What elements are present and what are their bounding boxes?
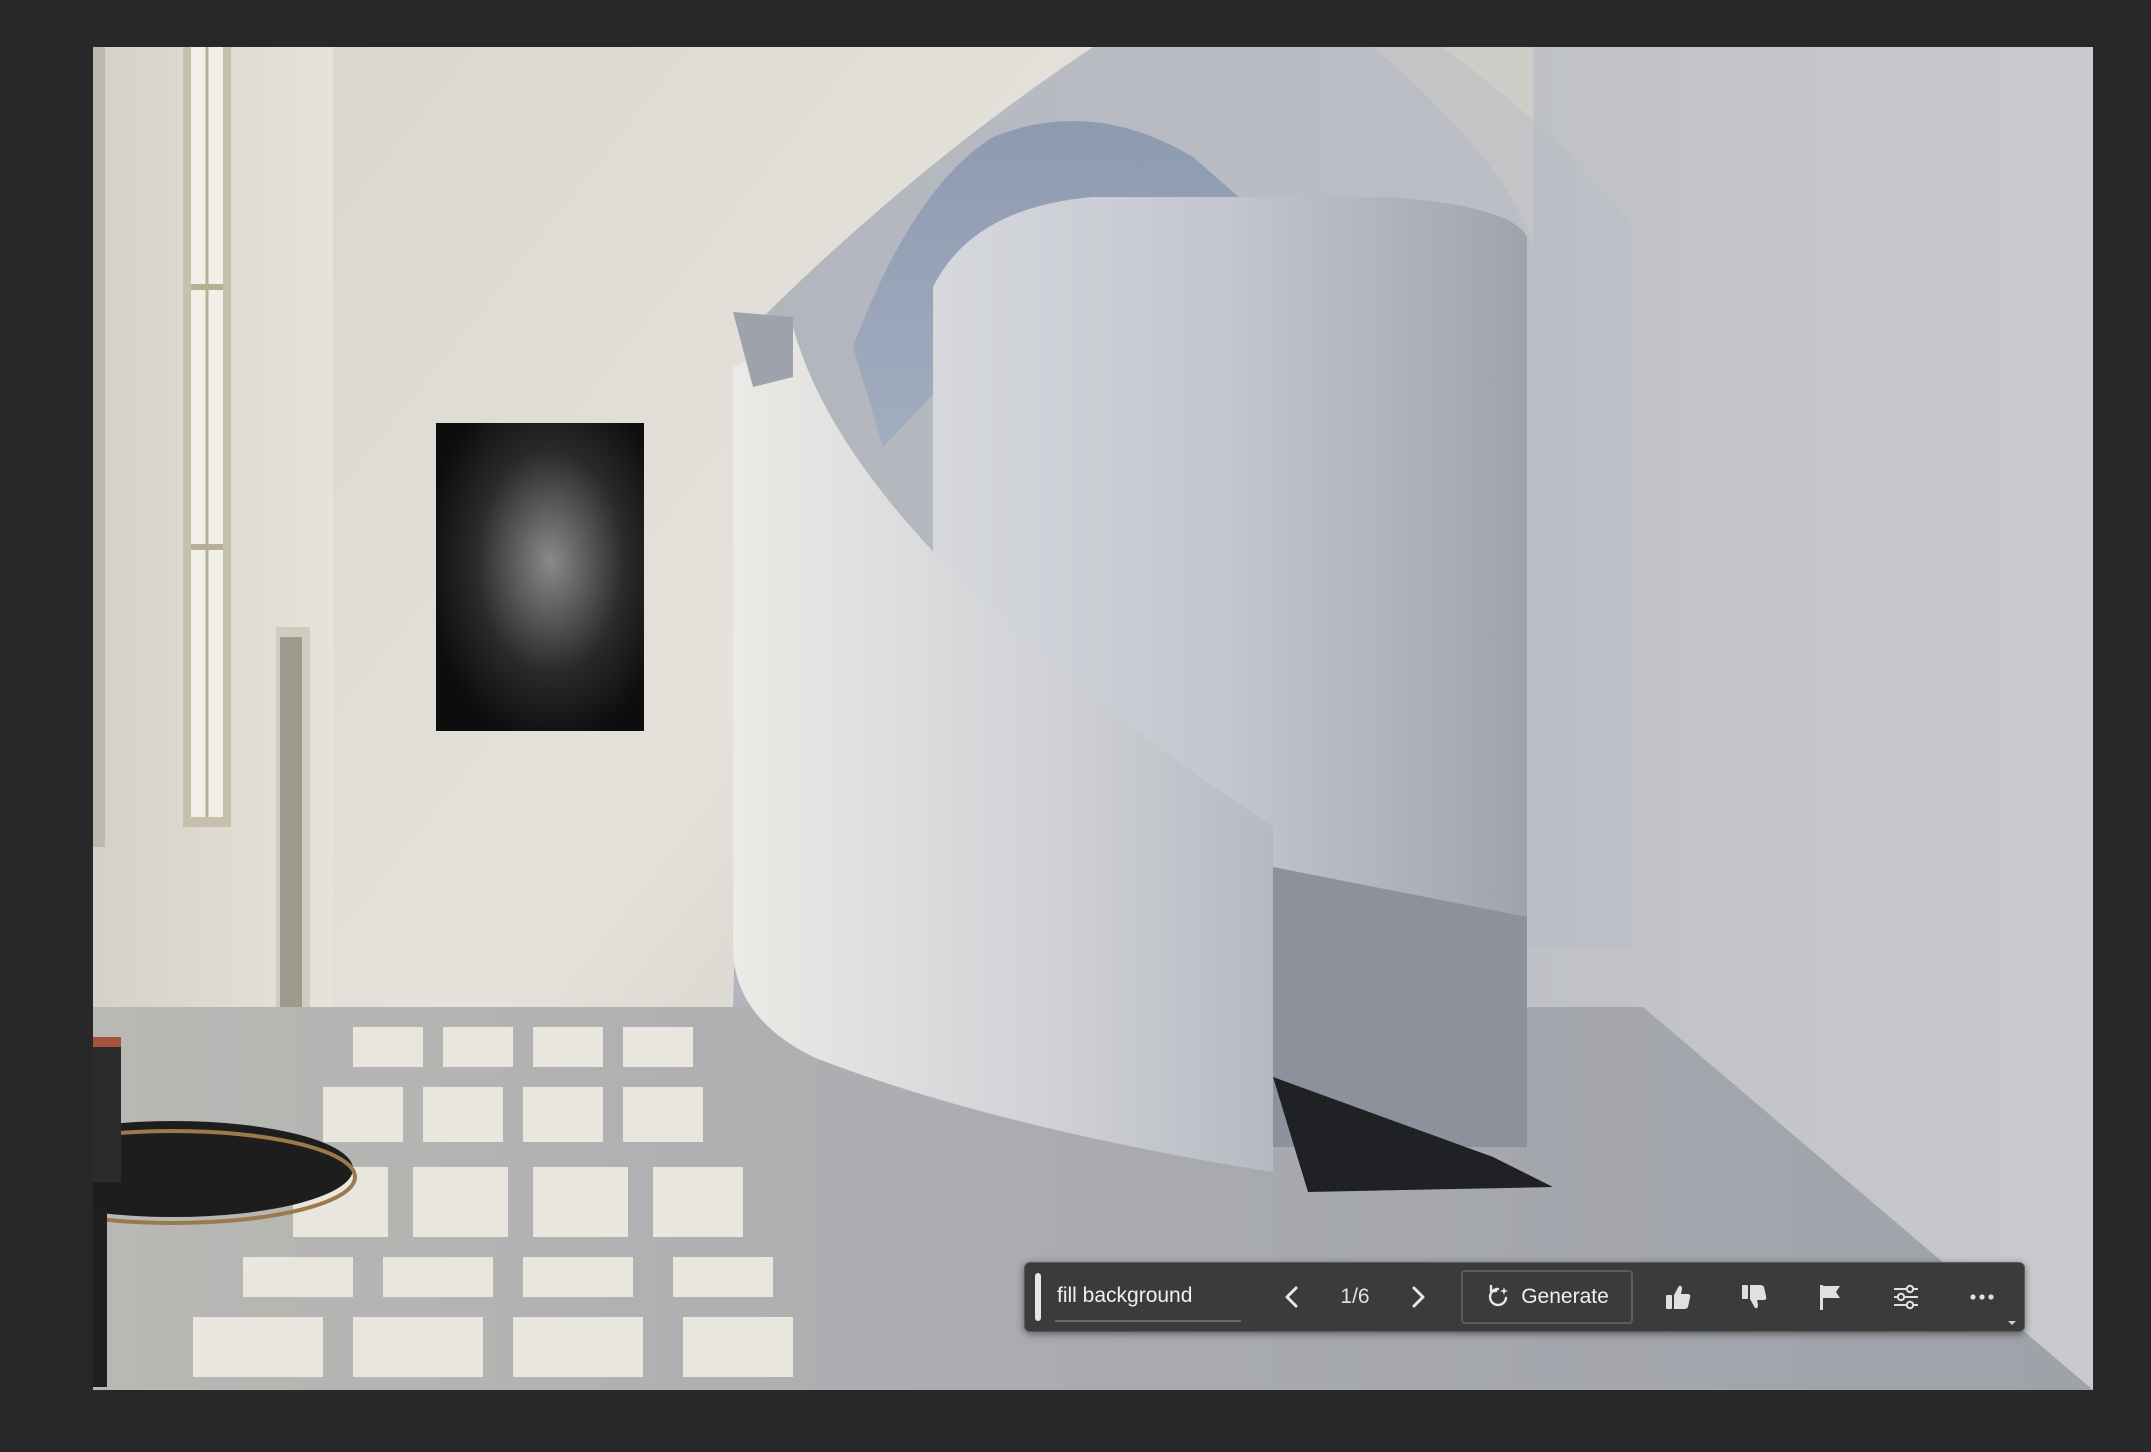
variation-counter: 1/6 (1340, 1285, 1370, 1308)
more-options-button[interactable] (1957, 1272, 2007, 1322)
drag-handle[interactable] (1035, 1273, 1041, 1321)
thumbs-down-button[interactable] (1729, 1272, 1779, 1322)
thumbs-up-icon (1666, 1285, 1691, 1309)
thumbs-down-icon (1742, 1285, 1767, 1309)
chevron-right-icon (1412, 1286, 1425, 1308)
prompt-input[interactable]: fill background (1055, 1272, 1241, 1322)
thumbs-up-button[interactable] (1653, 1272, 1703, 1322)
chevron-down-icon (2008, 1321, 2016, 1325)
settings-button[interactable] (1881, 1272, 1931, 1322)
document-canvas: fill background 1/6 Generate (0, 0, 2151, 1452)
document-image (93, 47, 2093, 1390)
chevron-left-icon (1285, 1286, 1298, 1308)
ellipsis-icon (1970, 1294, 1994, 1300)
sliders-icon (1894, 1284, 1918, 1310)
generate-button[interactable]: Generate (1461, 1270, 1633, 1324)
refresh-sparkle-icon (1489, 1284, 1509, 1307)
wall-artwork (436, 423, 644, 731)
generate-button-label: Generate (1521, 1285, 1609, 1308)
report-button[interactable] (1805, 1272, 1855, 1322)
prompt-input-value: fill background (1057, 1284, 1193, 1307)
next-variation-button[interactable] (1395, 1274, 1441, 1320)
flag-icon (1820, 1285, 1840, 1310)
interior-photo (93, 47, 2093, 1390)
previous-variation-button[interactable] (1269, 1274, 1315, 1320)
contextual-task-bar: fill background 1/6 Generate (1024, 1262, 2025, 1332)
